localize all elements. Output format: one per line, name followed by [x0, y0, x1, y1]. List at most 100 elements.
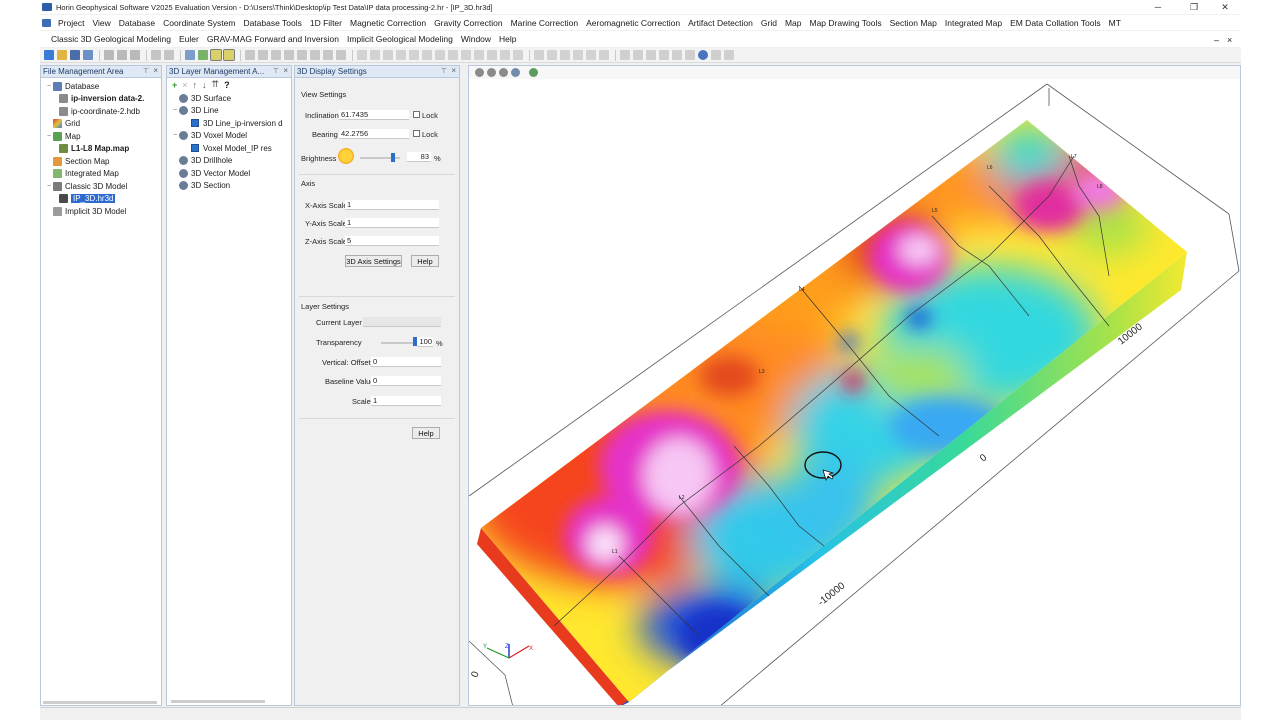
tree-item-l1-l8-map[interactable]: L1-L8 Map.map [45, 143, 161, 156]
collapse-icon[interactable]: − [45, 183, 53, 190]
menu-help[interactable]: Help [495, 34, 520, 44]
zoom-fit-icon[interactable] [258, 50, 268, 60]
tree-item-database[interactable]: − Database [45, 80, 161, 93]
menu-classic-3d-geological-modeling[interactable]: Classic 3D Geological Modeling [47, 34, 175, 44]
menu-magnetic-correction[interactable]: Magnetic Correction [346, 18, 430, 28]
bearing-lock-checkbox[interactable] [413, 130, 420, 137]
export-icon[interactable] [711, 50, 721, 60]
zoom-previous-icon[interactable] [310, 50, 320, 60]
close-button[interactable]: ✕ [1211, 0, 1239, 14]
draw-polyline-icon[interactable] [383, 50, 393, 60]
scale-field[interactable]: 1 [371, 396, 441, 406]
minimize-button[interactable]: ─ [1144, 0, 1172, 14]
z-axis-scale-field[interactable]: 5 [345, 236, 439, 246]
align-icon[interactable] [534, 50, 544, 60]
grid-toggle-icon[interactable] [633, 50, 643, 60]
draw-ellipse-icon[interactable] [461, 50, 471, 60]
close-icon[interactable]: × [283, 66, 288, 75]
image-icon[interactable] [513, 50, 523, 60]
measure-icon[interactable] [659, 50, 669, 60]
x-axis-scale-field[interactable]: 1 [345, 200, 439, 210]
help-icon[interactable]: ? [224, 80, 230, 90]
tree-item-ip-coordinate[interactable]: ip-coordinate-2.hdb [45, 105, 161, 118]
flip-icon[interactable] [599, 50, 609, 60]
select-tool-icon[interactable] [210, 49, 222, 61]
maximize-button[interactable]: ❐ [1180, 0, 1208, 14]
collapse-icon[interactable]: − [171, 132, 179, 139]
snap-icon[interactable] [646, 50, 656, 60]
draw-text-icon[interactable] [448, 50, 458, 60]
menu-coordinate-system[interactable]: Coordinate System [159, 18, 239, 28]
symbol-icon[interactable] [500, 50, 510, 60]
menu-view[interactable]: View [88, 18, 114, 28]
menu-map-drawing-tools[interactable]: Map Drawing Tools [805, 18, 885, 28]
collapse-icon[interactable]: − [45, 83, 53, 90]
select-region-icon[interactable] [223, 49, 235, 61]
menu-grid[interactable]: Grid [757, 18, 781, 28]
layer-3d-section[interactable]: 3D Section [171, 180, 291, 193]
tree-item-implicit-3d-model[interactable]: Implicit 3D Model [45, 205, 161, 218]
draw-curve-icon[interactable] [396, 50, 406, 60]
draw-circle-icon[interactable] [435, 50, 445, 60]
zoom-window-icon[interactable] [245, 50, 255, 60]
pan-icon[interactable] [271, 50, 281, 60]
collapse-icon[interactable]: − [45, 133, 53, 140]
3d-viewport[interactable]: L1 L2 L3 L4 L5 L6 L7 L8 -10000 0 10000 0 [468, 65, 1241, 706]
baseline-value-field[interactable]: 0 [371, 376, 441, 386]
menu-map[interactable]: Map [781, 18, 806, 28]
menu-marine-correction[interactable]: Marine Correction [507, 18, 583, 28]
menu-implicit-geological-modeling[interactable]: Implicit Geological Modeling [343, 34, 457, 44]
help-icon[interactable] [698, 50, 708, 60]
add-layer-icon[interactable]: + [172, 80, 177, 90]
mdi-minimize-button[interactable]: – [1210, 35, 1223, 45]
draw-point-icon[interactable] [357, 50, 367, 60]
tree-item-ip-3d[interactable]: IP_3D.hr3d [45, 193, 161, 206]
axis-help-button[interactable]: Help [411, 255, 439, 267]
menu-artifact-detection[interactable]: Artifact Detection [684, 18, 757, 28]
zoom-out-icon[interactable] [297, 50, 307, 60]
draw-polygon-icon[interactable] [422, 50, 432, 60]
menu-database-tools[interactable]: Database Tools [239, 18, 305, 28]
pin-icon[interactable]: ⊤ [441, 67, 447, 75]
bearing-field[interactable]: 42.2756 [339, 129, 409, 139]
draw-arc-icon[interactable] [474, 50, 484, 60]
menu-grav-mag-forward-inversion[interactable]: GRAV-MAG Forward and Inversion [203, 34, 343, 44]
brightness-slider-thumb[interactable] [391, 153, 396, 162]
close-icon[interactable]: × [153, 66, 158, 75]
move-up-icon[interactable]: ↑ [193, 80, 198, 90]
3d-axis-settings-button[interactable]: 3D Axis Settings [345, 255, 402, 267]
edit-node-icon[interactable] [487, 50, 497, 60]
file-panel-scrollbar[interactable] [43, 701, 157, 704]
tree-item-classic-3d-model[interactable]: − Classic 3D Model [45, 180, 161, 193]
menu-gravity-correction[interactable]: Gravity Correction [430, 18, 507, 28]
redo-icon[interactable] [164, 50, 174, 60]
tree-item-integrated-map[interactable]: Integrated Map [45, 168, 161, 181]
print-icon[interactable] [185, 50, 195, 60]
y-axis-scale-field[interactable]: 1 [345, 218, 439, 228]
mdi-close-button[interactable]: × [1223, 35, 1236, 45]
menu-em-data-collation-tools[interactable]: EM Data Collation Tools [1006, 18, 1105, 28]
copy-icon[interactable] [117, 50, 127, 60]
menu-1d-filter[interactable]: 1D Filter [306, 18, 346, 28]
send-back-icon[interactable] [586, 50, 596, 60]
bring-front-icon[interactable] [573, 50, 583, 60]
zoom-all-icon[interactable] [323, 50, 333, 60]
inclination-lock-checkbox[interactable] [413, 111, 420, 118]
draw-rectangle-icon[interactable] [409, 50, 419, 60]
3d-scene[interactable]: L1 L2 L3 L4 L5 L6 L7 L8 -10000 0 10000 0 [469, 66, 1241, 706]
layer-3d-vector-model[interactable]: 3D Vector Model [171, 167, 291, 180]
paste-icon[interactable] [130, 50, 140, 60]
save-icon[interactable] [70, 50, 80, 60]
tree-item-ip-inversion-data[interactable]: ip-inversion data-2. [45, 93, 161, 106]
menu-euler[interactable]: Euler [175, 34, 203, 44]
layer-3d-line[interactable]: − 3D Line [171, 105, 291, 118]
group-icon[interactable] [547, 50, 557, 60]
close-icon[interactable]: × [451, 66, 456, 75]
layer-3d-drillhole[interactable]: 3D Drillhole [171, 155, 291, 168]
move-top-icon[interactable]: ⇈ [212, 79, 220, 90]
open-icon[interactable] [57, 50, 67, 60]
layer-icon[interactable] [336, 50, 346, 60]
refresh-icon[interactable] [198, 50, 208, 60]
save-all-icon[interactable] [83, 50, 93, 60]
current-layer-field[interactable] [363, 317, 441, 327]
